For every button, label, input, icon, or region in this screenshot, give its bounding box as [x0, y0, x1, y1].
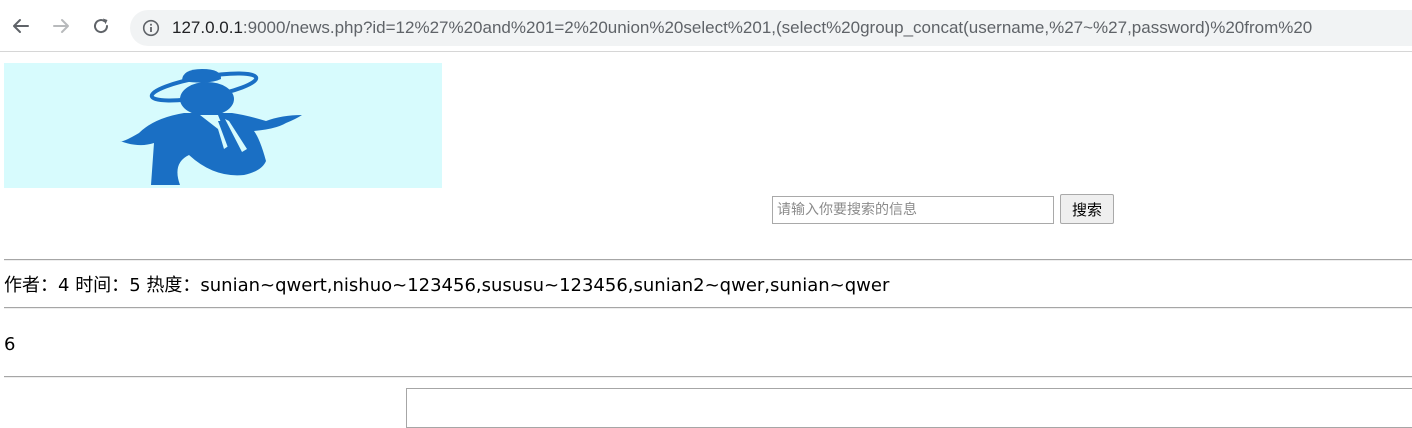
forward-button[interactable] — [48, 13, 74, 39]
divider — [4, 307, 1412, 309]
arrow-left-icon — [13, 19, 29, 33]
info-circle-icon[interactable] — [142, 19, 160, 37]
url-host: 127.0.0.1 — [172, 18, 243, 37]
reload-icon — [94, 18, 109, 34]
divider — [4, 376, 1412, 378]
reload-button[interactable] — [88, 13, 114, 39]
running-man-logo-icon — [120, 69, 302, 185]
author-label: 作者： — [4, 275, 58, 296]
divider — [4, 259, 1412, 261]
time-label: 时间： — [75, 275, 130, 296]
address-bar[interactable]: 127.0.0.1:9000/news.php?id=12%27%20and%2… — [130, 10, 1412, 46]
author-value: 4 — [58, 275, 70, 296]
url-text[interactable]: 127.0.0.1:9000/news.php?id=12%27%20and%2… — [172, 10, 1312, 46]
back-button[interactable] — [8, 13, 34, 39]
article-meta: 作者：4 时间：5 热度：sunian~qwert,nishuo~123456,… — [4, 273, 889, 299]
search-input[interactable] — [772, 196, 1054, 224]
site-logo — [4, 63, 442, 188]
url-path: :9000/news.php?id=12%27%20and%201=2%20un… — [242, 18, 1313, 37]
search-button[interactable]: 搜索 — [1060, 194, 1114, 224]
arrow-right-icon — [53, 19, 69, 33]
time-value: 5 — [129, 275, 141, 296]
heat-value: sunian~qwert,nishuo~123456,sususu~123456… — [200, 275, 890, 296]
browser-toolbar: 127.0.0.1:9000/news.php?id=12%27%20and%2… — [0, 0, 1412, 52]
heat-label: 热度： — [146, 275, 201, 296]
comment-box[interactable] — [406, 388, 1412, 428]
article-content: 6 — [4, 334, 16, 355]
